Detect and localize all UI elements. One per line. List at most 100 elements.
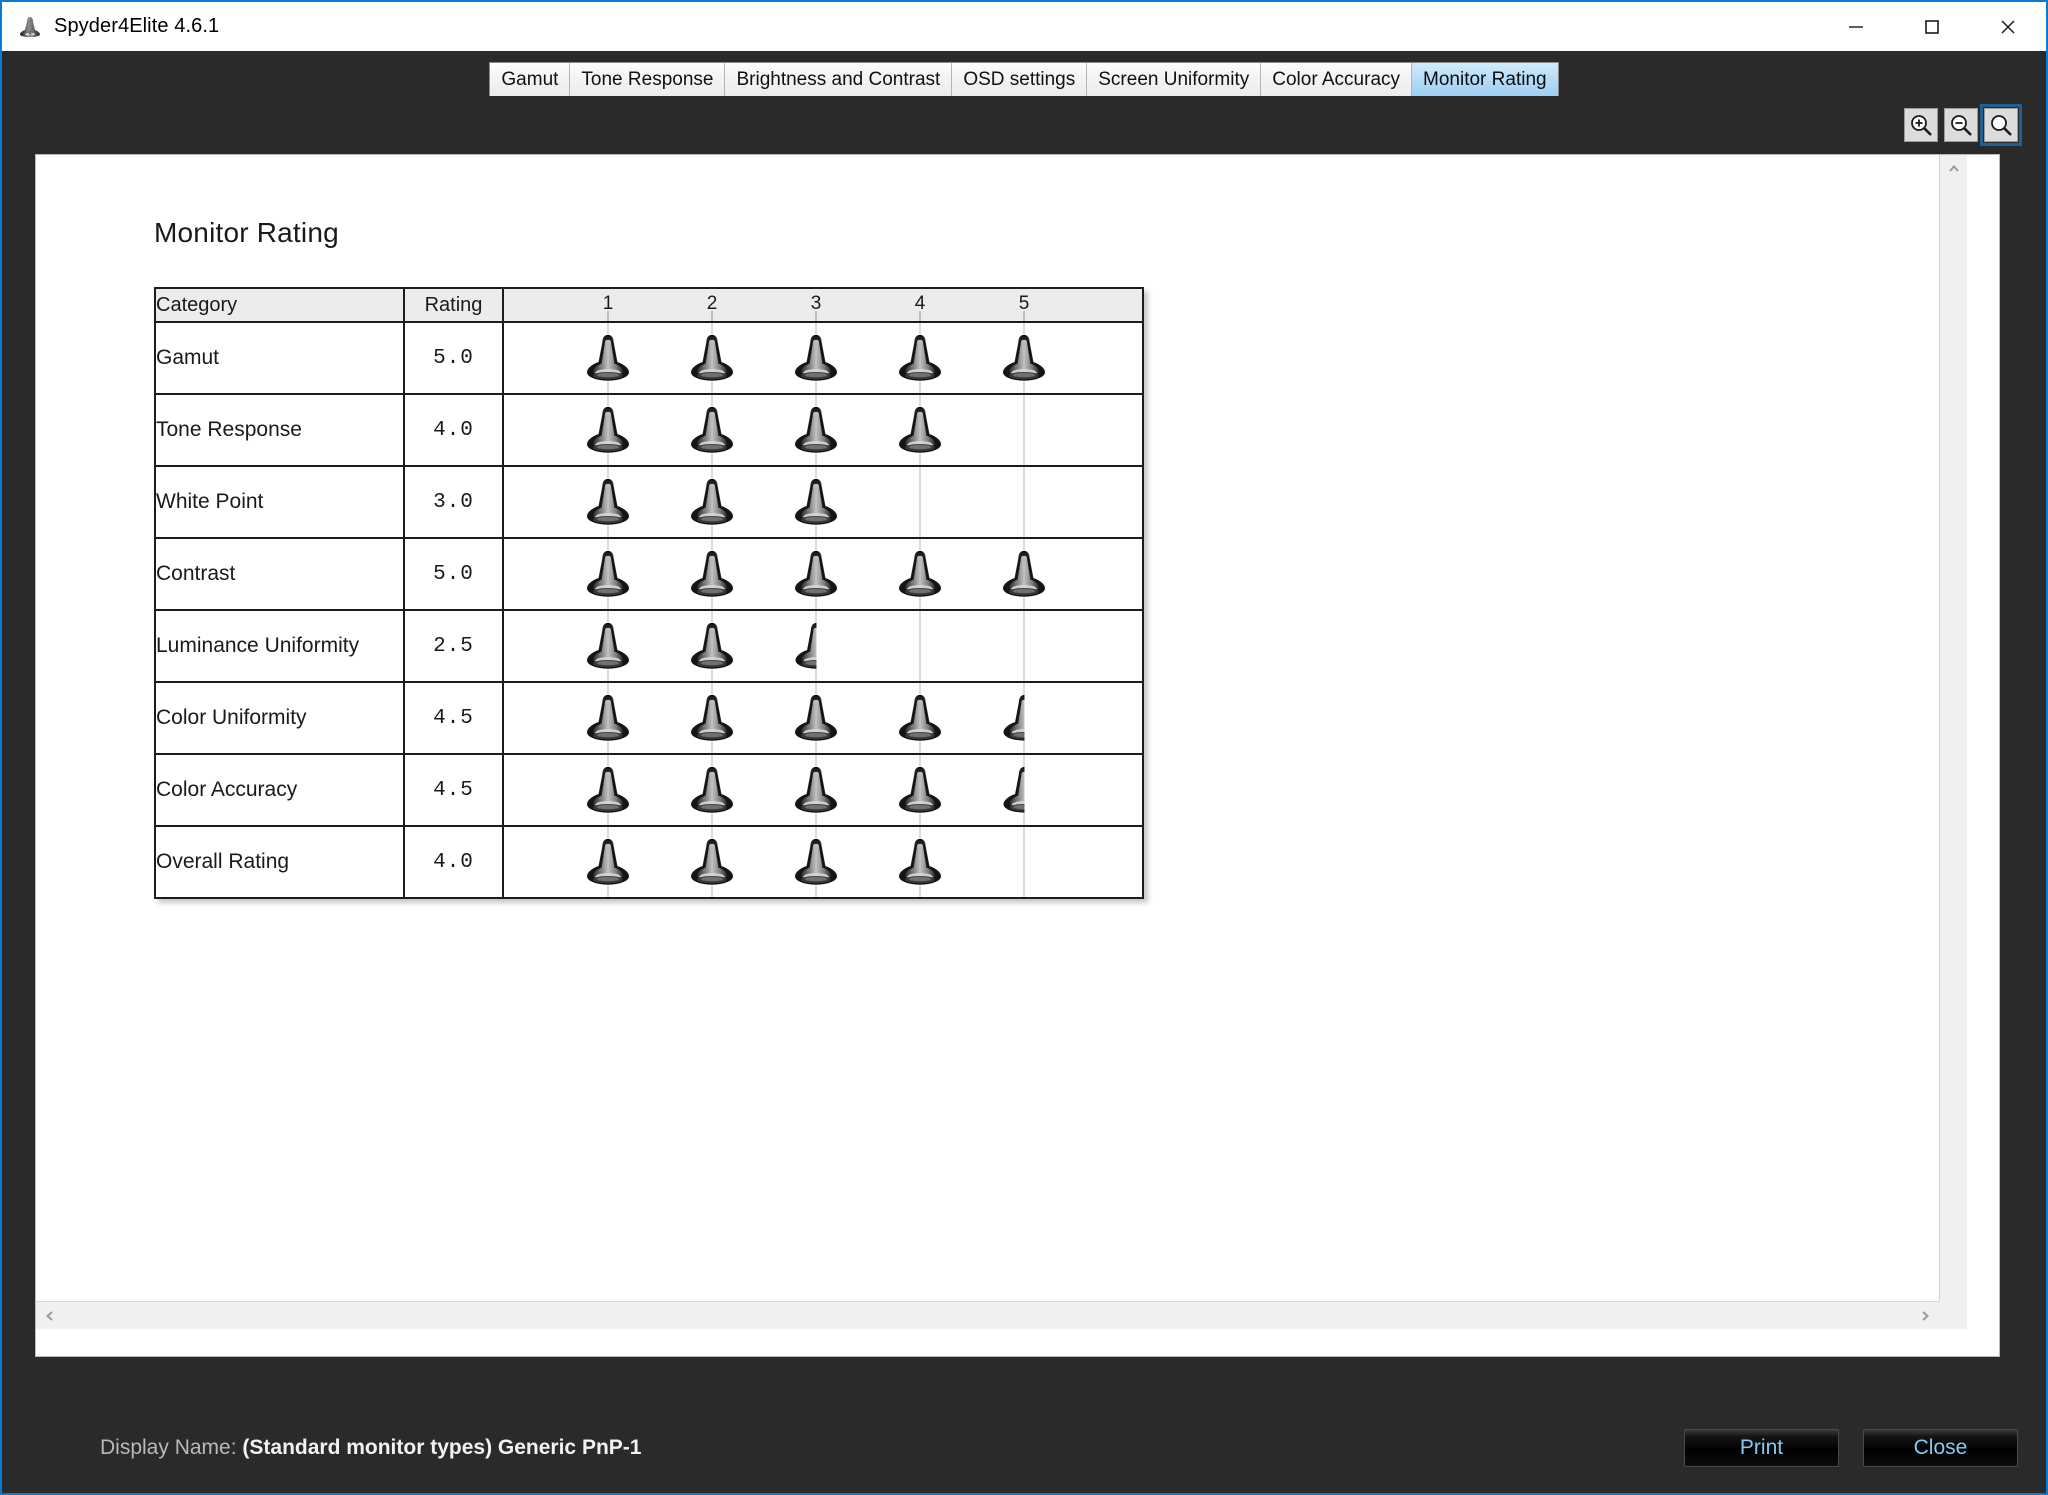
cell-rating-glyphs [502, 681, 1144, 755]
zoom-reset-icon [1991, 115, 2012, 136]
cell-rating-glyphs [502, 465, 1144, 539]
rating-glyph-full [689, 764, 735, 816]
cell-rating-glyphs [502, 393, 1144, 467]
rating-glyph-full [585, 692, 631, 744]
vertical-scrollbar[interactable] [1939, 155, 1967, 1329]
scrollbar-corner [1939, 1301, 1967, 1329]
close-button[interactable] [1970, 2, 2046, 51]
rating-glyph-full [689, 404, 735, 456]
rating-glyph-full [897, 836, 943, 888]
rating-glyph-full [793, 476, 839, 528]
cell-rating-glyphs [502, 753, 1144, 827]
rating-glyph-full [793, 764, 839, 816]
tab-brightness-and-contrast[interactable]: Brightness and Contrast [725, 63, 953, 96]
column-header-category: Category [154, 287, 405, 323]
report-viewport: Monitor Rating Category Rating 12345 Gam… [35, 154, 2000, 1357]
tab-color-accuracy[interactable]: Color Accuracy [1261, 63, 1413, 96]
rating-glyph-full [585, 764, 631, 816]
table-row: White Point 3.0 [154, 465, 1144, 539]
scroll-left-button[interactable] [36, 1302, 64, 1330]
cell-rating: 4.5 [403, 681, 504, 755]
guide-line-4 [919, 467, 921, 537]
scale-tick-1 [607, 311, 609, 321]
rating-glyph-full [793, 548, 839, 600]
tab-screen-uniformity[interactable]: Screen Uniformity [1087, 63, 1262, 96]
zoom-toolbar [2, 96, 2046, 154]
cell-rating: 2.5 [403, 609, 504, 683]
tab-osd-settings[interactable]: OSD settings [952, 63, 1088, 96]
zoom-out-icon [1951, 115, 1972, 136]
table-row: Contrast 5.0 [154, 537, 1144, 611]
zoom-in-button[interactable] [1904, 108, 1938, 142]
scale-header: 12345 [504, 289, 1142, 321]
rating-table-body: Gamut 5.0 Tone Response 4.0 White Point 3.0 Co… [154, 321, 1144, 899]
cell-rating: 4.0 [403, 825, 504, 899]
zoom-reset-button[interactable] [1980, 104, 2022, 146]
scale-tick-5 [1023, 311, 1025, 321]
table-row: Overall Rating 4.0 [154, 825, 1144, 899]
horizontal-scrollbar[interactable] [36, 1301, 1967, 1329]
monitor-rating-chart: Category Rating 12345 Gamut 5.0 Tone Respo… [154, 287, 1144, 899]
column-header-scale: 12345 [502, 287, 1144, 323]
cell-rating-glyphs [502, 825, 1144, 899]
rating-glyph-full [689, 476, 735, 528]
display-name: Display Name: (Standard monitor types) G… [100, 1436, 641, 1460]
rating-glyph-full [1001, 332, 1047, 384]
svg-text:S: S [28, 31, 31, 37]
scale-tick-4 [919, 311, 921, 321]
scroll-right-button[interactable] [1911, 1302, 1939, 1330]
guide-line-5 [1023, 395, 1025, 465]
tab-gamut[interactable]: Gamut [490, 63, 571, 96]
rating-glyph-full [793, 332, 839, 384]
tab-monitor-rating[interactable]: Monitor Rating [1412, 63, 1558, 96]
rating-glyph-full [689, 548, 735, 600]
zoom-in-icon [1911, 115, 1932, 136]
close-button-footer[interactable]: Close [1863, 1428, 2018, 1467]
cell-category: Contrast [154, 537, 405, 611]
cell-category: Gamut [154, 321, 405, 395]
close-icon [2001, 19, 2015, 34]
rating-glyph-full [897, 332, 943, 384]
rating-glyph-half [1001, 692, 1024, 744]
page-title: Monitor Rating [154, 217, 339, 248]
rating-glyph-full [585, 548, 631, 600]
print-button[interactable]: Print [1684, 1428, 1839, 1467]
tab-bar: Gamut Tone Response Brightness and Contr… [2, 51, 2046, 96]
rating-glyph-full [689, 836, 735, 888]
scroll-up-button[interactable] [1940, 155, 1968, 183]
guide-line-5 [1023, 827, 1025, 897]
cell-rating-glyphs [502, 609, 1144, 683]
display-name-label: Display Name: [100, 1435, 237, 1459]
column-header-rating: Rating [403, 287, 504, 323]
rating-glyph-full [585, 476, 631, 528]
table-header-row: Category Rating 12345 [154, 287, 1144, 323]
cell-rating-glyphs [502, 321, 1144, 395]
cell-rating: 5.0 [403, 537, 504, 611]
cell-rating: 4.0 [403, 393, 504, 467]
footer-buttons: Print Close [1684, 1428, 2018, 1467]
cell-rating: 4.5 [403, 753, 504, 827]
rating-glyph-half [793, 620, 816, 672]
tab-tone-response[interactable]: Tone Response [570, 63, 726, 96]
rating-glyph-full [793, 692, 839, 744]
table-row: Luminance Uniformity 2.5 [154, 609, 1144, 683]
guide-line-5 [1023, 611, 1025, 681]
rating-glyph-full [897, 548, 943, 600]
cell-rating-glyphs [502, 537, 1144, 611]
cell-rating: 3.0 [403, 465, 504, 539]
maximize-button[interactable] [1894, 2, 1970, 51]
minimize-button[interactable] [1818, 2, 1894, 51]
status-footer: Display Name: (Standard monitor types) G… [2, 1402, 2046, 1493]
rating-glyph-full [897, 692, 943, 744]
table-row: Tone Response 4.0 [154, 393, 1144, 467]
scale-tick-2 [711, 311, 713, 321]
display-name-value: (Standard monitor types) Generic PnP-1 [242, 1435, 642, 1459]
rating-glyph-full [585, 404, 631, 456]
rating-glyph-full [897, 404, 943, 456]
rating-glyph-full [1001, 548, 1047, 600]
application-window: S Spyder4Elite 4.6.1 Gamut Tone Response… [0, 0, 2048, 1495]
guide-line-5 [1023, 467, 1025, 537]
rating-glyph-full [585, 836, 631, 888]
chevron-up-icon [1949, 164, 1959, 172]
zoom-out-button[interactable] [1944, 108, 1978, 142]
